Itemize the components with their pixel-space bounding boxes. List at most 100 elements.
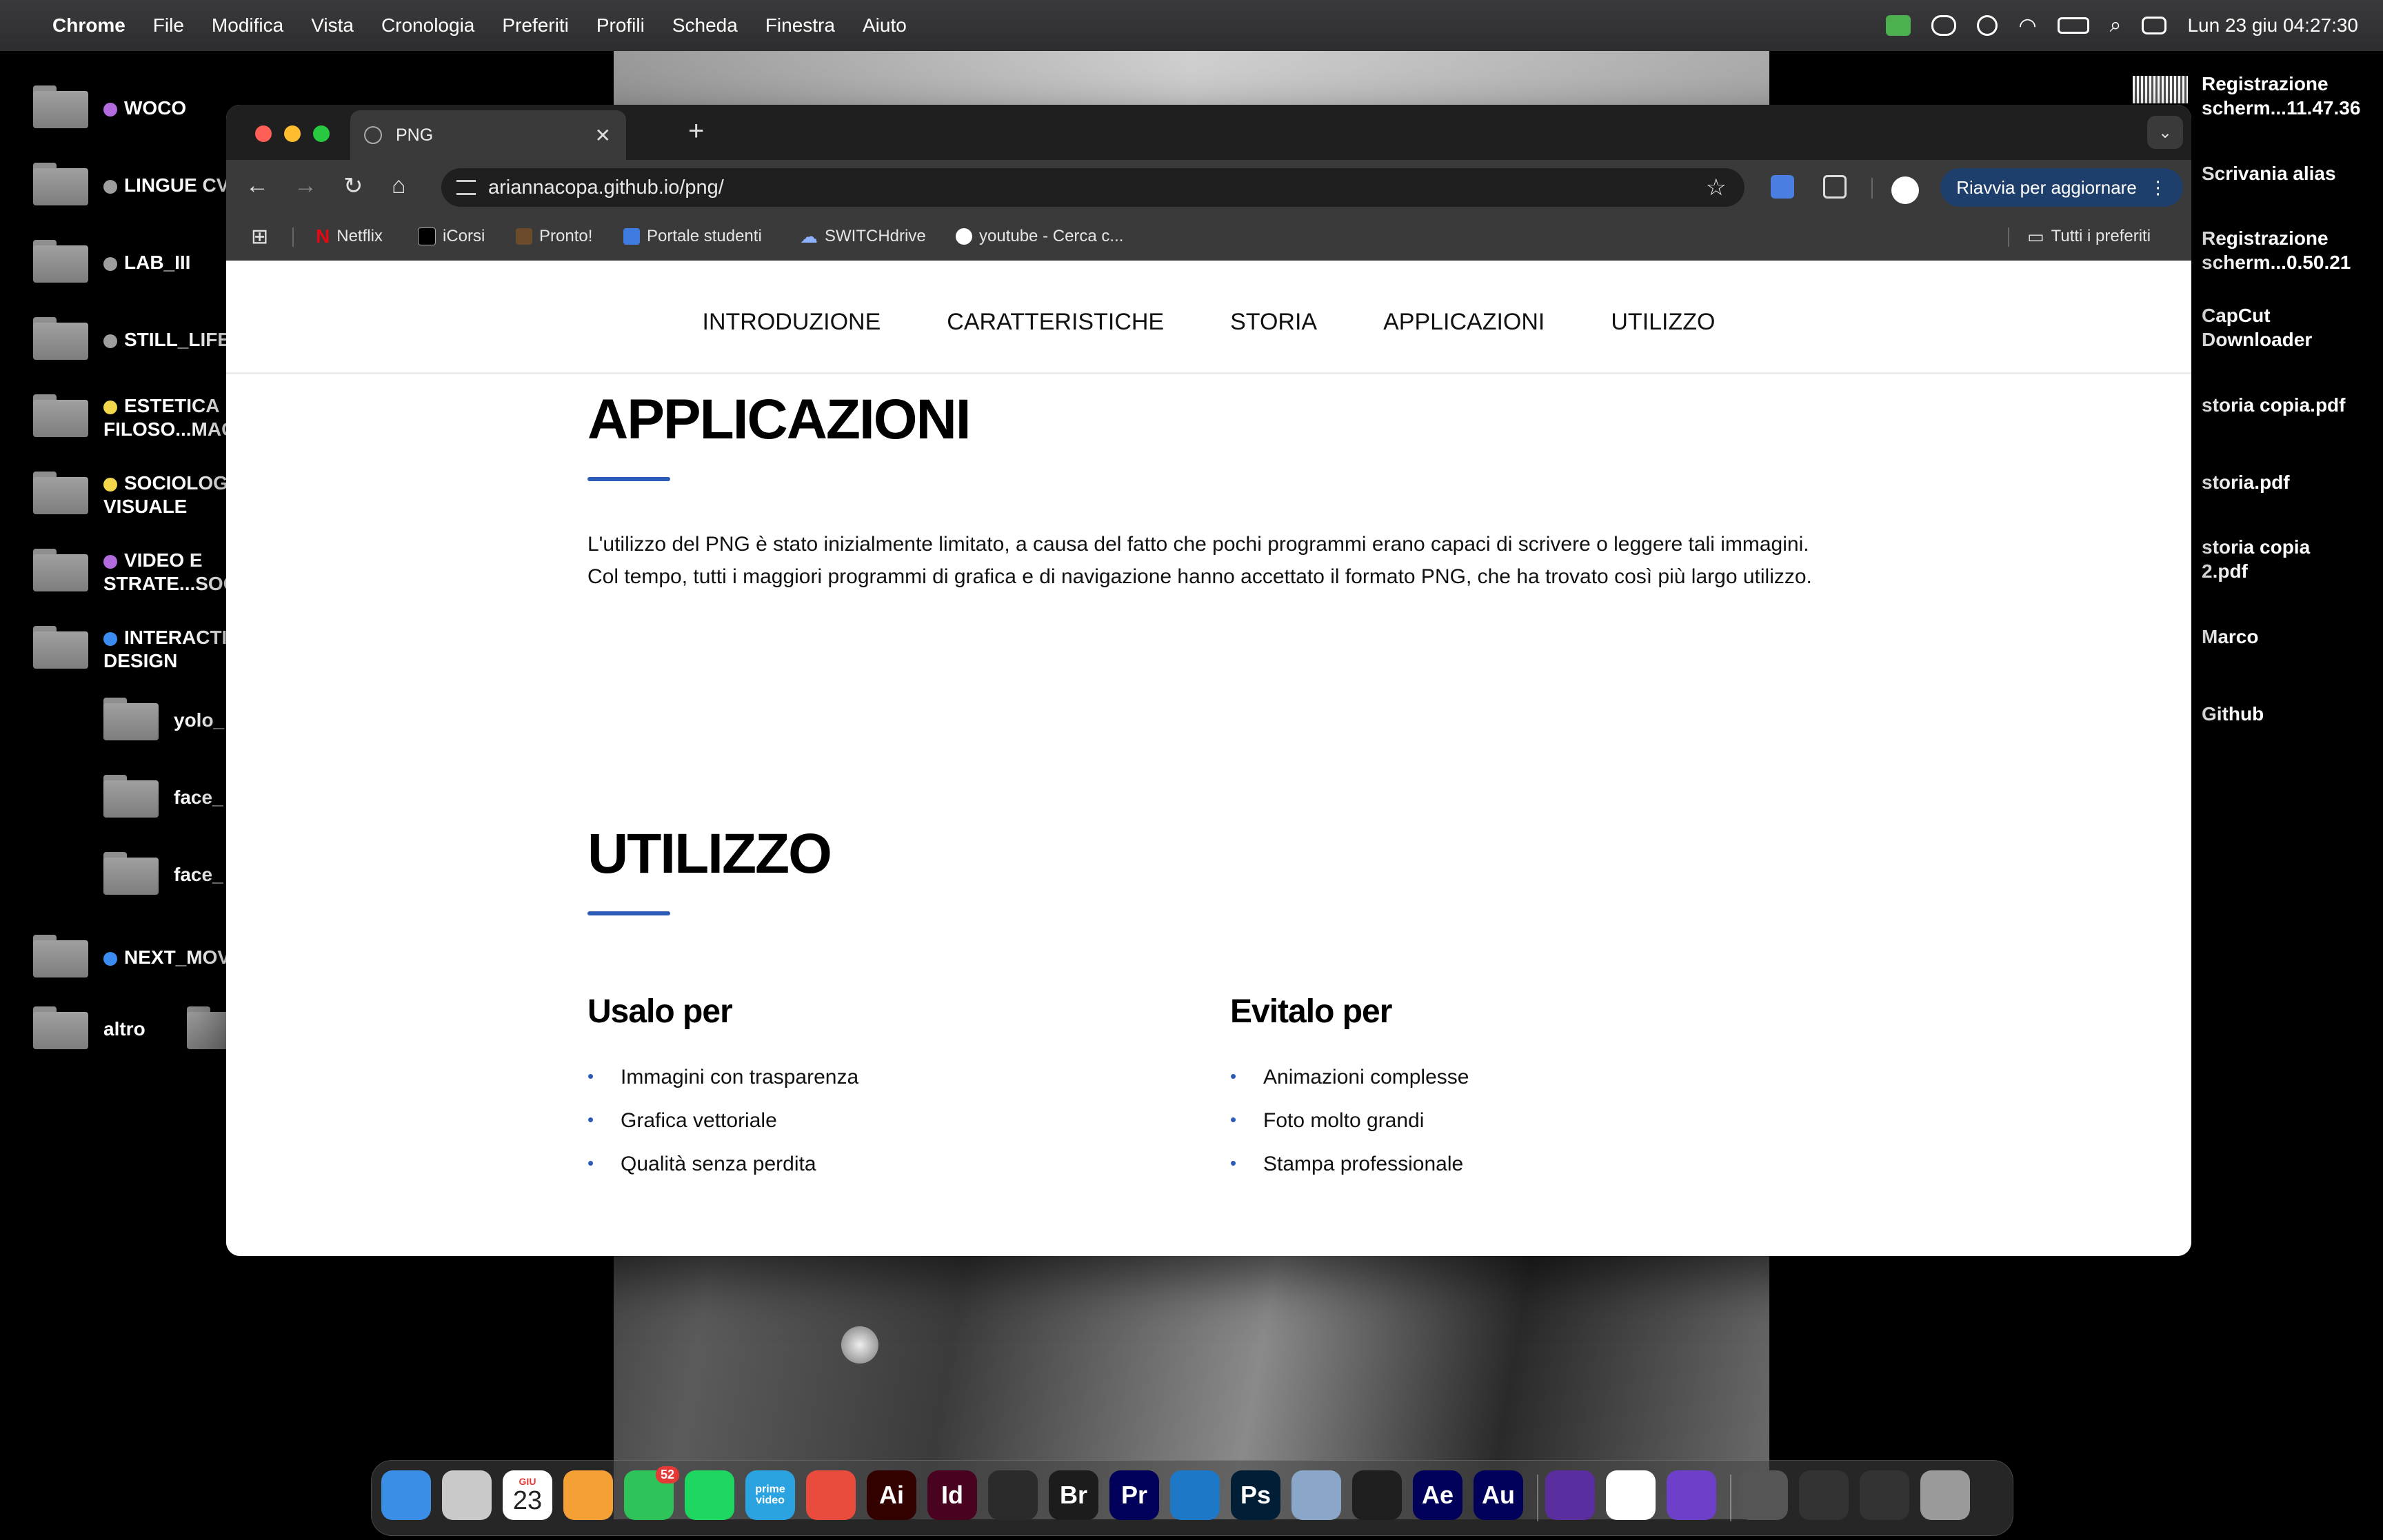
window-thumbnail-icon[interactable]	[1738, 1470, 1788, 1520]
launchpad-icon[interactable]	[442, 1470, 492, 1520]
battery-icon[interactable]	[2057, 17, 2089, 34]
desktop-folder[interactable]: face_	[103, 852, 223, 895]
desktop-file[interactable]: Registrazione scherm...0.50.21	[2202, 226, 2374, 274]
bookmark-icorsi[interactable]: iCorsi	[418, 212, 485, 261]
menubar-clock[interactable]: Lun 23 giu 04:27:30	[2187, 14, 2358, 37]
indesign-icon[interactable]: Id	[927, 1470, 977, 1520]
desktop-folder[interactable]: NEXT_MOV	[33, 935, 230, 977]
close-window-button[interactable]	[255, 125, 272, 142]
trash-icon[interactable]	[1920, 1470, 1970, 1520]
firefox-icon[interactable]	[1545, 1470, 1595, 1520]
bookmark-netflix[interactable]: N Netflix	[316, 212, 383, 261]
creative-cloud-icon[interactable]	[1931, 15, 1957, 36]
play-icon[interactable]	[1977, 15, 1998, 36]
desktop-file[interactable]: Github	[2202, 702, 2374, 726]
nav-applicazioni[interactable]: APPLICAZIONI	[1383, 309, 1545, 336]
menu-scheda[interactable]: Scheda	[672, 14, 738, 37]
desktop-file[interactable]: Registrazione scherm...11.47.36	[2133, 72, 2374, 120]
profile-avatar[interactable]	[1891, 176, 1919, 204]
menu-profili[interactable]: Profili	[596, 14, 645, 37]
minimize-window-button[interactable]	[284, 125, 301, 142]
reload-icon[interactable]: ↻	[343, 172, 363, 200]
desktop-file[interactable]: storia.pdf	[2202, 470, 2374, 494]
desktop-file[interactable]: storia copia.pdf	[2202, 393, 2374, 417]
menu-file[interactable]: File	[153, 14, 184, 37]
extensions-icon[interactable]	[1823, 175, 1847, 199]
site-info-icon[interactable]	[456, 180, 476, 195]
apps-grid-icon[interactable]: ⊞	[251, 212, 268, 261]
menu-modifica[interactable]: Modifica	[212, 14, 283, 37]
all-bookmarks-folder[interactable]: ▭ Tutti i preferiti	[2027, 212, 2151, 261]
desktop-file[interactable]: storia copia 2.pdf	[2202, 535, 2340, 583]
menu-cronologia[interactable]: Cronologia	[381, 14, 474, 37]
audition-icon[interactable]: Au	[1474, 1470, 1523, 1520]
url-text[interactable]: ariannacopa.github.io/png/	[488, 176, 1706, 199]
whatsapp-icon[interactable]: 52	[624, 1466, 679, 1520]
window-thumbnail-icon[interactable]	[1799, 1470, 1849, 1520]
after-effects-icon[interactable]: Ae	[1413, 1470, 1462, 1520]
nav-storia[interactable]: STORIA	[1230, 309, 1317, 336]
bookmark-switchdrive[interactable]: ☁ SWITCHdrive	[800, 212, 926, 261]
desktop-folder[interactable]: yolo_	[103, 698, 224, 740]
menu-preferiti[interactable]: Preferiti	[502, 14, 568, 37]
desktop-file[interactable]: Marco	[2202, 625, 2374, 649]
figma-icon[interactable]	[1352, 1470, 1402, 1520]
desktop-folder[interactable]: SOCIOLOG VISUALE	[33, 472, 234, 518]
github-desktop-icon[interactable]	[1667, 1470, 1716, 1520]
bridge-icon[interactable]: Br	[1049, 1470, 1098, 1520]
menu-finestra[interactable]: Finestra	[765, 14, 835, 37]
desktop-folder[interactable]: INTERACTI DESIGN	[33, 626, 234, 673]
illustrator-icon[interactable]: Ai	[867, 1470, 916, 1520]
wifi-icon[interactable]: ◠	[2018, 14, 2036, 38]
desktop-file[interactable]: CapCut Downloader	[2202, 303, 2374, 352]
zoom-window-button[interactable]	[313, 125, 330, 142]
control-center-icon[interactable]	[2142, 17, 2167, 34]
update-button[interactable]: Riavvia per aggiornare ⋮	[1940, 168, 2183, 207]
desktop-folder[interactable]: ESTETICA FILOSO...MAG	[33, 394, 237, 441]
forward-arrow-icon[interactable]: →	[294, 172, 317, 199]
tab-search-chevron-icon[interactable]: ⌄	[2147, 116, 2183, 149]
chrome-icon[interactable]	[806, 1470, 856, 1520]
bookmark-star-icon[interactable]: ☆	[1706, 174, 1727, 201]
nav-utilizzo[interactable]: UTILIZZO	[1611, 309, 1715, 336]
desktop-folder[interactable]: LAB_III	[33, 240, 190, 283]
back-arrow-icon[interactable]: ←	[245, 172, 269, 199]
photoshop-icon[interactable]: Ps	[1231, 1470, 1280, 1520]
translate-icon[interactable]	[1771, 175, 1794, 199]
finder-icon[interactable]	[381, 1470, 431, 1520]
desktop-folder[interactable]: WOCO	[33, 85, 186, 128]
pages-icon[interactable]	[563, 1470, 613, 1520]
desktop-folder[interactable]: VIDEO E STRATE...SOC	[33, 549, 237, 596]
notes-icon[interactable]	[1606, 1470, 1656, 1520]
address-bar[interactable]: ariannacopa.github.io/png/ ☆	[441, 168, 1744, 207]
calendar-icon[interactable]: GIU 23	[503, 1470, 552, 1520]
tab-png[interactable]: PNG ✕	[350, 110, 626, 160]
vscode-icon[interactable]	[1170, 1470, 1220, 1520]
nav-introduzione[interactable]: INTRODUZIONE	[703, 309, 881, 336]
window-thumbnail-icon[interactable]	[1860, 1470, 1909, 1520]
desktop-folder[interactable]: altro	[33, 1006, 257, 1049]
nav-caratteristiche[interactable]: CARATTERISTICHE	[947, 309, 1164, 336]
menubar-app-name[interactable]: Chrome	[52, 14, 125, 37]
desktop-file[interactable]: Scrivania alias	[2202, 161, 2374, 185]
prime-video-icon[interactable]: prime video	[745, 1470, 795, 1520]
menubar: Chrome File Modifica Vista Cronologia Pr…	[0, 0, 2383, 51]
preview-icon[interactable]	[1291, 1470, 1341, 1520]
new-tab-button[interactable]: +	[688, 116, 704, 147]
desktop-folder[interactable]: LINGUE CV	[33, 163, 229, 205]
bookmark-youtube-search[interactable]: youtube - Cerca c...	[956, 212, 1123, 261]
bookmark-portale-studenti[interactable]: Portale studenti	[623, 212, 762, 261]
home-icon[interactable]: ⌂	[392, 172, 406, 199]
blender-icon[interactable]	[988, 1470, 1038, 1520]
portale-studenti-icon	[623, 228, 640, 245]
close-tab-icon[interactable]: ✕	[595, 124, 611, 147]
android-icon[interactable]	[1886, 15, 1911, 36]
premiere-icon[interactable]: Pr	[1109, 1470, 1159, 1520]
desktop-folder[interactable]: face_	[103, 775, 223, 818]
bookmark-pronto[interactable]: Pronto!	[516, 212, 592, 261]
desktop-folder[interactable]: STILL_LIFE	[33, 317, 230, 360]
menu-vista[interactable]: Vista	[311, 14, 354, 37]
menu-aiuto[interactable]: Aiuto	[863, 14, 907, 37]
spotlight-search-icon[interactable]: ⌕	[2110, 14, 2122, 37]
spotify-icon[interactable]	[685, 1470, 734, 1520]
